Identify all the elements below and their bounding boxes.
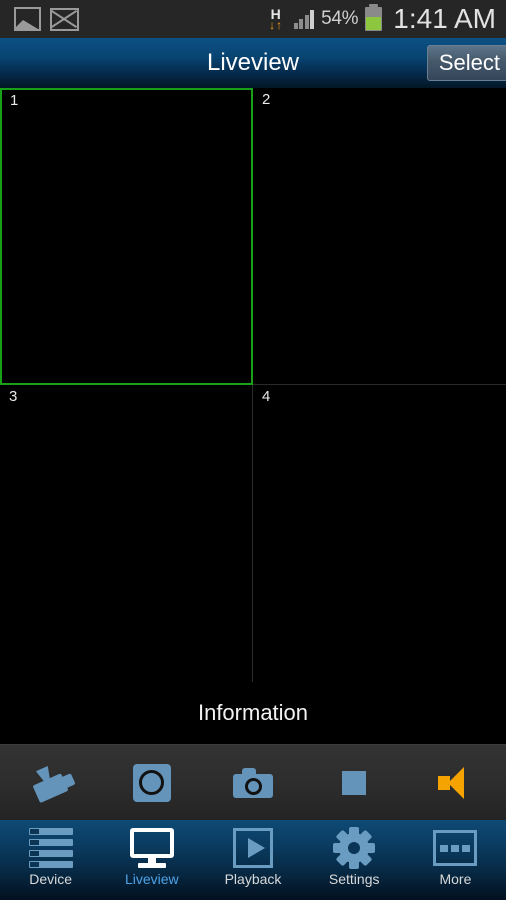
video-cell-3[interactable]: 3 xyxy=(0,385,253,682)
information-bar[interactable]: Information xyxy=(0,682,506,744)
ptz-control-button[interactable] xyxy=(0,745,101,821)
nav-item-device[interactable]: Device xyxy=(0,820,101,900)
network-type-icon: H ↓ ↑ xyxy=(265,6,287,32)
status-bar: H ↓ ↑ 54% 1:41 AM xyxy=(0,0,506,38)
nav-item-liveview[interactable]: Liveview xyxy=(101,820,202,900)
mail-icon xyxy=(50,7,79,31)
select-button[interactable]: Select xyxy=(426,45,506,81)
stop-icon xyxy=(342,770,367,795)
signal-strength-icon xyxy=(293,9,315,29)
video-cell-4[interactable]: 4 xyxy=(253,385,506,682)
play-icon xyxy=(233,826,273,870)
video-cell-label: 1 xyxy=(10,92,19,109)
bottom-navigation-bar: Device Liveview Playback Settings More xyxy=(0,820,506,900)
information-label: Information xyxy=(197,700,309,725)
app-screen: H ↓ ↑ 54% 1:41 AM Liveview Select 1 2 3 4 xyxy=(0,0,506,900)
record-button[interactable] xyxy=(101,745,202,821)
monitor-icon xyxy=(129,826,174,870)
nav-label-playback: Playback xyxy=(224,871,282,887)
nav-label-more: More xyxy=(439,871,472,887)
video-cell-label: 2 xyxy=(262,91,271,108)
snapshot-button[interactable] xyxy=(202,745,303,821)
status-bar-left-icons xyxy=(14,7,79,31)
page-title: Liveview xyxy=(206,49,300,76)
gear-icon xyxy=(333,826,376,870)
nav-item-playback[interactable]: Playback xyxy=(202,820,303,900)
more-icon xyxy=(433,826,478,870)
liveview-control-toolbar xyxy=(0,744,506,820)
gallery-icon xyxy=(14,7,41,31)
liveview-grid: 1 2 3 4 xyxy=(0,88,506,682)
video-cell-2[interactable]: 2 xyxy=(253,88,506,385)
audio-button[interactable] xyxy=(405,745,506,821)
ptz-control-icon xyxy=(25,759,76,806)
nav-item-settings[interactable]: Settings xyxy=(304,820,405,900)
clock-label: 1:41 AM xyxy=(393,3,496,34)
audio-speaker-icon xyxy=(438,766,472,800)
stop-button[interactable] xyxy=(304,745,405,821)
video-cell-label: 3 xyxy=(9,388,18,405)
battery-icon xyxy=(365,4,383,31)
battery-percent-label: 54% xyxy=(321,8,359,29)
status-bar-right-icons: H ↓ ↑ 54% 1:41 AM xyxy=(265,3,496,34)
video-cell-label: 4 xyxy=(262,388,271,405)
title-bar: Liveview Select xyxy=(0,38,506,88)
video-cell-1[interactable]: 1 xyxy=(0,88,253,385)
nav-item-more[interactable]: More xyxy=(405,820,506,900)
data-transfer-arrows-icon: ↓ ↑ xyxy=(269,17,283,32)
nav-label-liveview: Liveview xyxy=(124,871,179,887)
device-list-icon xyxy=(28,826,73,870)
nav-label-device: Device xyxy=(29,871,72,887)
snapshot-icon xyxy=(233,767,273,798)
nav-label-settings: Settings xyxy=(328,871,380,887)
record-icon xyxy=(132,763,171,802)
